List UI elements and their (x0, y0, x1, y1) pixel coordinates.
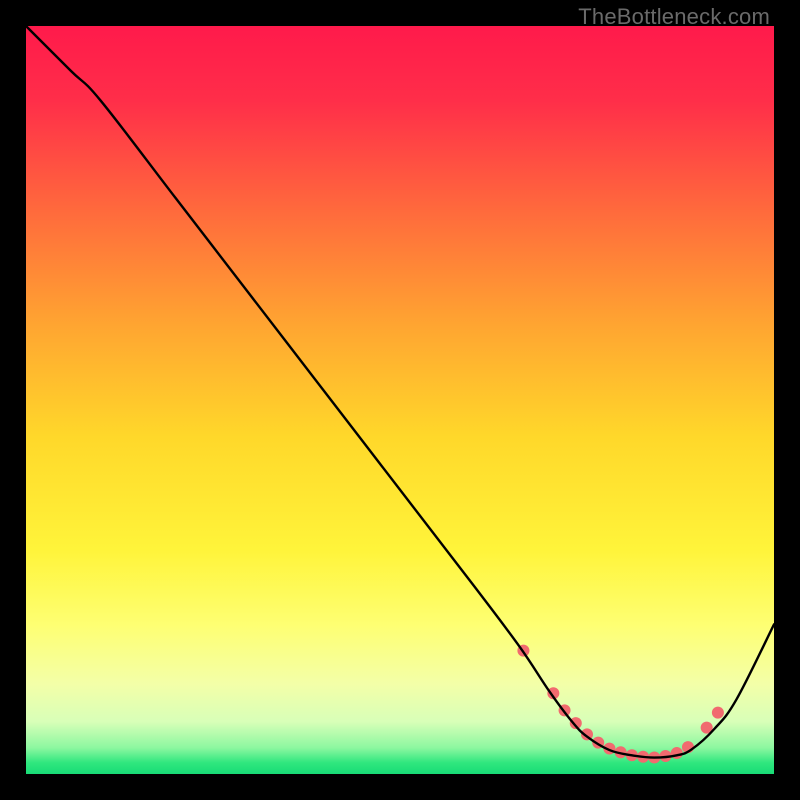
chart-background (26, 26, 774, 774)
chart-marker (712, 707, 724, 719)
chart-frame (26, 26, 774, 774)
chart-svg (26, 26, 774, 774)
